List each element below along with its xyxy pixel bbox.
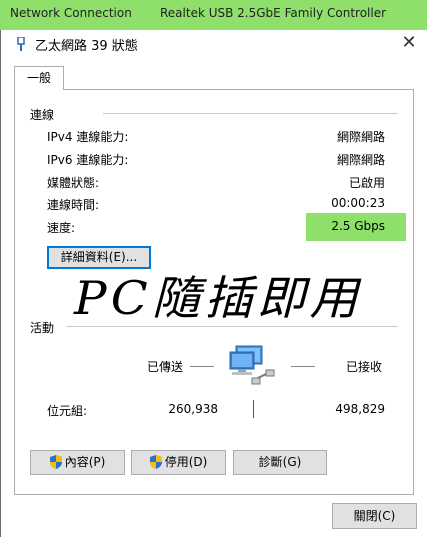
speed-value: 2.5 Gbps	[331, 219, 385, 233]
properties-button[interactable]: 內容(P)	[30, 450, 125, 475]
bytes-received-value: 498,829	[335, 402, 385, 416]
speed-label: 速度:	[47, 221, 76, 235]
connection-divider	[103, 113, 398, 114]
media-state-value: 已啟用	[348, 176, 385, 190]
bytes-sent-value: 260,938	[168, 402, 218, 416]
ipv6-connectivity-value: 網際網路	[336, 153, 385, 167]
adapter-connection-name: Network Connection	[10, 6, 132, 20]
close-window-button[interactable]: ✕	[397, 32, 421, 54]
window-title: 乙太網路 39 狀態	[35, 39, 138, 54]
connection-section-heading: 連線	[30, 108, 55, 122]
network-computers-icon	[229, 345, 275, 385]
disable-button[interactable]: 停用(D)	[131, 450, 226, 475]
activity-section-heading: 活動	[30, 321, 55, 335]
sent-label: 已傳送	[147, 360, 184, 374]
network-adapter-icon	[17, 37, 25, 51]
disable-button-label: 停用(D)	[164, 455, 208, 469]
ipv6-connectivity-label: IPv6 連線能力:	[47, 153, 129, 167]
adapter-device-name: Realtek USB 2.5GbE Family Controller	[160, 6, 387, 20]
diagnose-button[interactable]: 診斷(G)	[233, 450, 327, 475]
duration-label: 連線時間:	[47, 198, 100, 212]
tab-general[interactable]: 一般	[14, 66, 64, 90]
uac-shield-icon	[49, 455, 62, 469]
close-button[interactable]: 關閉(C)	[332, 503, 417, 529]
annotation-bar: Network Connection Realtek USB 2.5GbE Fa…	[0, 0, 427, 30]
received-label: 已接收	[346, 360, 383, 374]
properties-button-label: 內容(P)	[64, 455, 106, 469]
media-state-label: 媒體狀態:	[47, 176, 100, 190]
activity-divider	[66, 326, 398, 327]
bytes-label: 位元組:	[47, 404, 88, 418]
handwritten-annotation: PC隨插即用	[74, 271, 362, 325]
duration-value: 00:00:23	[331, 196, 385, 210]
uac-shield-icon	[149, 455, 162, 469]
ipv4-connectivity-label: IPv4 連線能力:	[47, 130, 129, 144]
ipv4-connectivity-value: 網際網路	[336, 130, 385, 144]
received-line	[291, 366, 315, 367]
sent-line	[190, 366, 214, 367]
activity-separator	[253, 400, 254, 418]
